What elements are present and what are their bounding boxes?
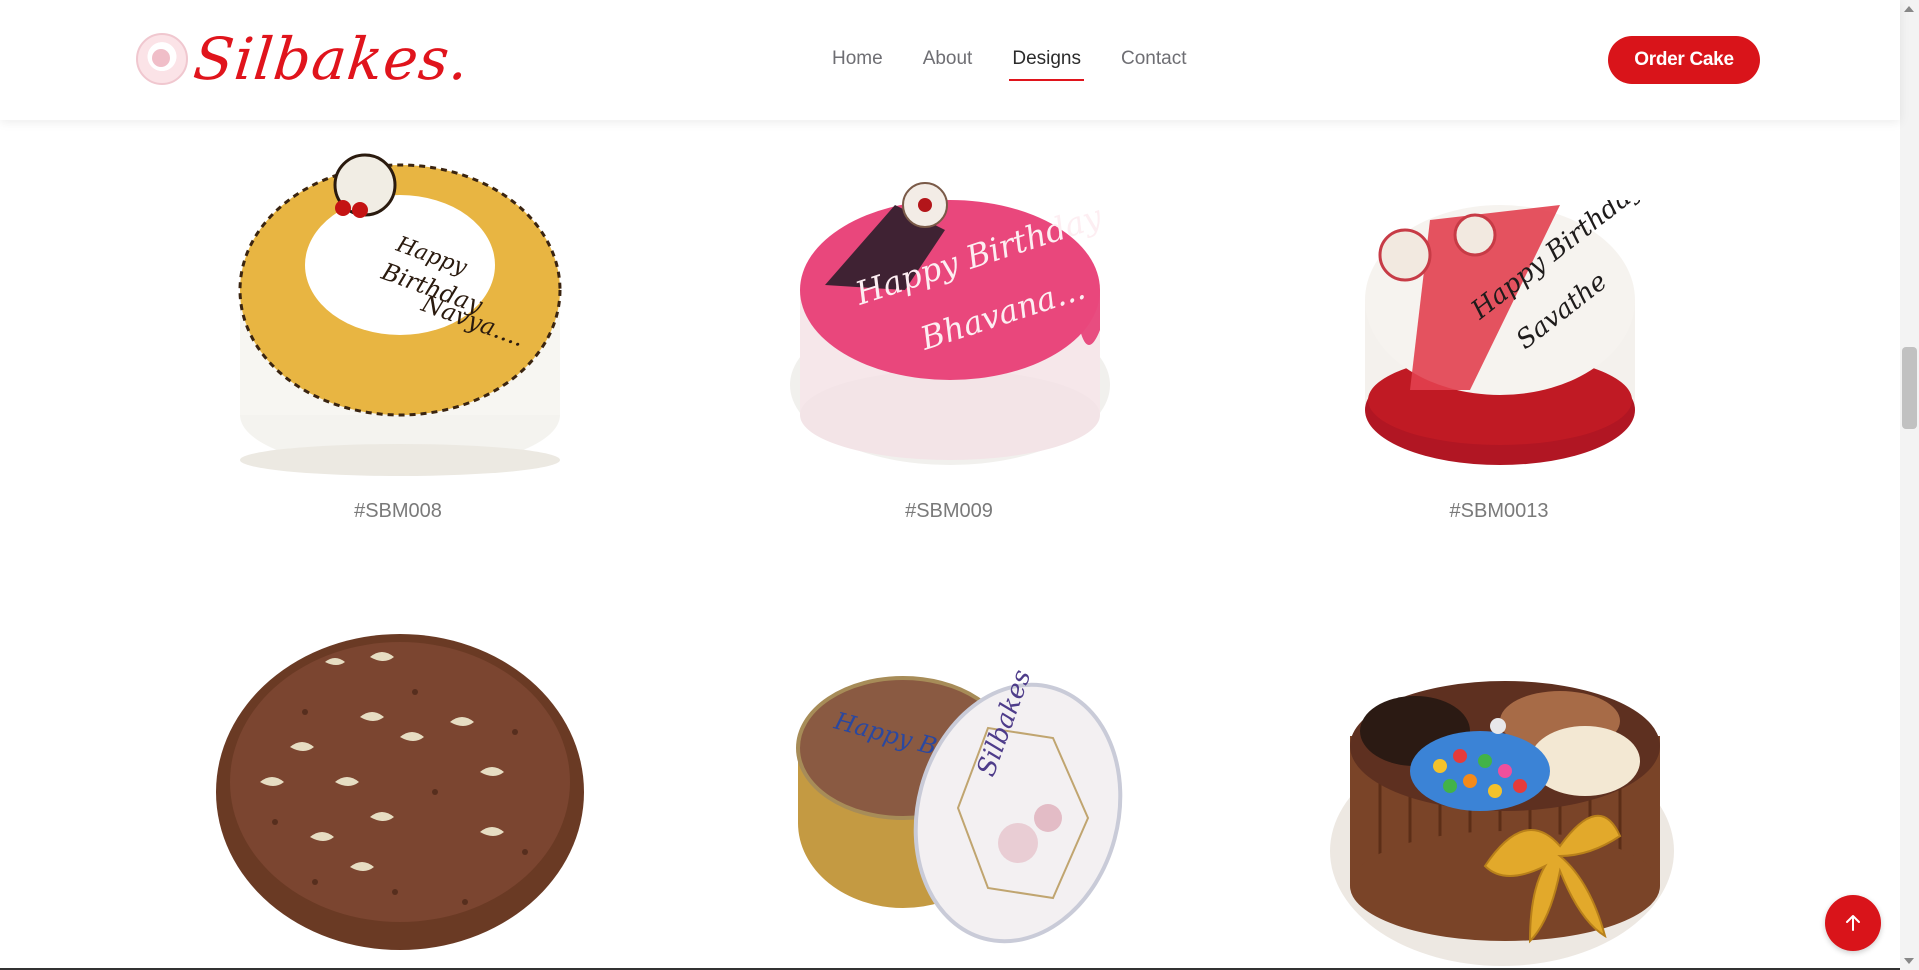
nav-contact[interactable]: Contact: [1121, 48, 1186, 78]
cake-image-sbm009: Happy Birthday Bhavana...: [790, 182, 1110, 465]
brand-name: Silbakes.: [190, 25, 473, 93]
site-header: Silbakes. Home About Designs Contact Ord…: [0, 0, 1900, 120]
nav-designs[interactable]: Designs: [1009, 48, 1084, 81]
designs-grid: Happy Birthday Navya.... #SBM008 Happy B…: [0, 0, 1900, 970]
scroll-up-icon[interactable]: [1904, 6, 1914, 12]
cake-image-sbm008: Happy Birthday Navya....: [238, 153, 562, 476]
page-scrollbar[interactable]: [1900, 0, 1919, 970]
cake-image-tin-cake: Happy Birthday Silbakes: [796, 668, 1123, 944]
main-nav: Home About Designs Contact: [832, 48, 1186, 81]
cake-image-kitkat-cake: [1330, 681, 1674, 966]
scroll-down-icon[interactable]: [1904, 958, 1914, 964]
back-to-top-button[interactable]: [1825, 895, 1881, 951]
arrow-up-icon: [1846, 915, 1860, 931]
order-cake-button[interactable]: Order Cake: [1608, 36, 1760, 84]
design-code: #SBM0013: [1449, 500, 1549, 522]
design-code: #SBM009: [905, 500, 993, 522]
brand-logo[interactable]: Silbakes.: [136, 25, 473, 93]
logo-badge-icon: [136, 33, 188, 85]
nav-home[interactable]: Home: [832, 48, 883, 78]
cake-image-fruit-cake: [216, 634, 584, 950]
design-code: #SBM008: [354, 500, 442, 522]
scroll-thumb[interactable]: [1902, 347, 1917, 429]
cake-image-sbm0013: Happy Birthday Savathe: [1365, 200, 1640, 465]
nav-about[interactable]: About: [923, 48, 973, 78]
